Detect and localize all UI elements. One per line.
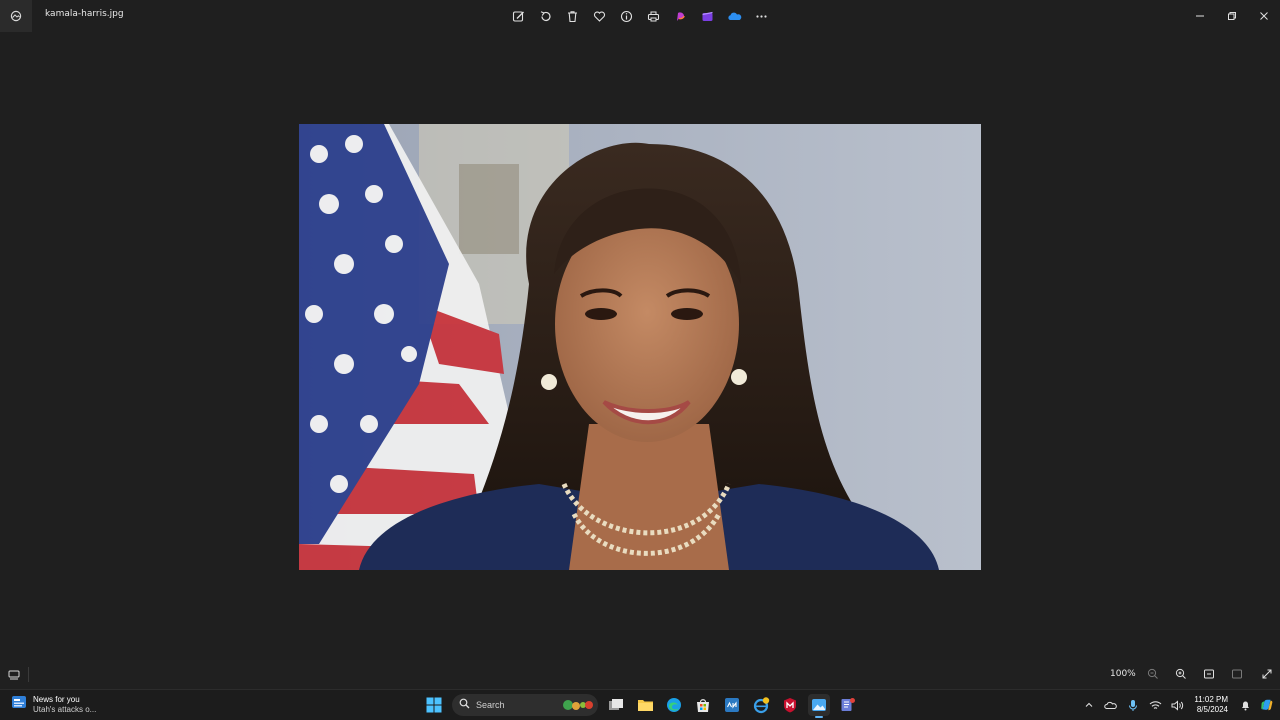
clock-time: 11:02 PM — [1194, 695, 1228, 704]
info-icon[interactable] — [616, 6, 636, 26]
microsoft-store-icon[interactable] — [692, 694, 714, 716]
viewer-toolbar — [508, 6, 771, 26]
taskbar-pinned-apps: Search — [423, 693, 859, 718]
news-app-icon[interactable] — [721, 694, 743, 716]
print-icon[interactable] — [643, 6, 663, 26]
start-button[interactable] — [423, 694, 445, 716]
delete-icon[interactable] — [562, 6, 582, 26]
clock[interactable]: 11:02 PM 8/5/2024 — [1194, 695, 1228, 715]
filmstrip-icon[interactable] — [6, 667, 22, 683]
chevron-up-icon[interactable] — [1082, 698, 1096, 712]
notification-bell-icon[interactable] — [1238, 698, 1252, 712]
news-title: News for you — [33, 694, 80, 704]
search-placeholder: Search — [476, 700, 505, 710]
clock-date: 8/5/2024 — [1196, 705, 1228, 714]
zoom-in-icon[interactable] — [1173, 666, 1189, 682]
volume-icon[interactable] — [1170, 698, 1184, 712]
onedrive-tray-icon[interactable] — [1104, 698, 1118, 712]
mcafee-icon[interactable] — [779, 694, 801, 716]
wifi-icon[interactable] — [1148, 698, 1162, 712]
taskbar: News for you Utah's attacks o... Search — [0, 689, 1280, 720]
news-widget[interactable]: News for you Utah's attacks o... — [11, 694, 96, 715]
search-icon — [459, 696, 470, 714]
edge-icon[interactable] — [663, 694, 685, 716]
more-icon[interactable] — [751, 6, 771, 26]
rotate-icon[interactable] — [535, 6, 555, 26]
active-indicator — [815, 716, 823, 718]
system-tray: 11:02 PM 8/5/2024 — [1078, 690, 1280, 720]
title-bar: kamala-harris.jpg — [0, 0, 1280, 32]
file-explorer-icon[interactable] — [634, 694, 656, 716]
onedrive-icon[interactable] — [724, 6, 744, 26]
close-icon[interactable] — [1254, 6, 1274, 26]
edit-icon[interactable] — [508, 6, 528, 26]
photos-taskbar-icon[interactable] — [808, 694, 830, 718]
zoom-level[interactable]: 100% — [1110, 669, 1136, 679]
favorite-icon[interactable] — [589, 6, 609, 26]
image-viewer-canvas[interactable] — [0, 32, 1280, 660]
weather-news-icon — [11, 694, 27, 715]
designer-icon[interactable] — [670, 6, 690, 26]
restore-icon[interactable] — [1222, 6, 1242, 26]
news-subtitle: Utah's attacks o... — [33, 704, 97, 714]
notes-app-icon[interactable] — [837, 694, 859, 716]
search-highlight-icon — [562, 697, 594, 713]
actual-size-icon[interactable] — [1229, 666, 1245, 682]
taskbar-search[interactable]: Search — [452, 694, 598, 716]
internet-explorer-icon[interactable] — [750, 694, 772, 716]
full-screen-icon[interactable] — [1259, 666, 1275, 682]
divider — [28, 667, 29, 682]
viewer-status-bar: 100% — [0, 660, 1280, 689]
fit-to-window-icon[interactable] — [1201, 666, 1217, 682]
portrait-photo — [299, 124, 981, 570]
microphone-icon[interactable] — [1126, 698, 1140, 712]
copilot-icon[interactable] — [1260, 698, 1274, 712]
zoom-out-icon[interactable] — [1145, 666, 1161, 682]
file-name: kamala-harris.jpg — [45, 9, 124, 19]
minimize-icon[interactable] — [1190, 6, 1210, 26]
task-view-icon[interactable] — [605, 694, 627, 716]
photos-app-icon[interactable] — [0, 0, 32, 32]
clipchamp-icon[interactable] — [697, 6, 717, 26]
